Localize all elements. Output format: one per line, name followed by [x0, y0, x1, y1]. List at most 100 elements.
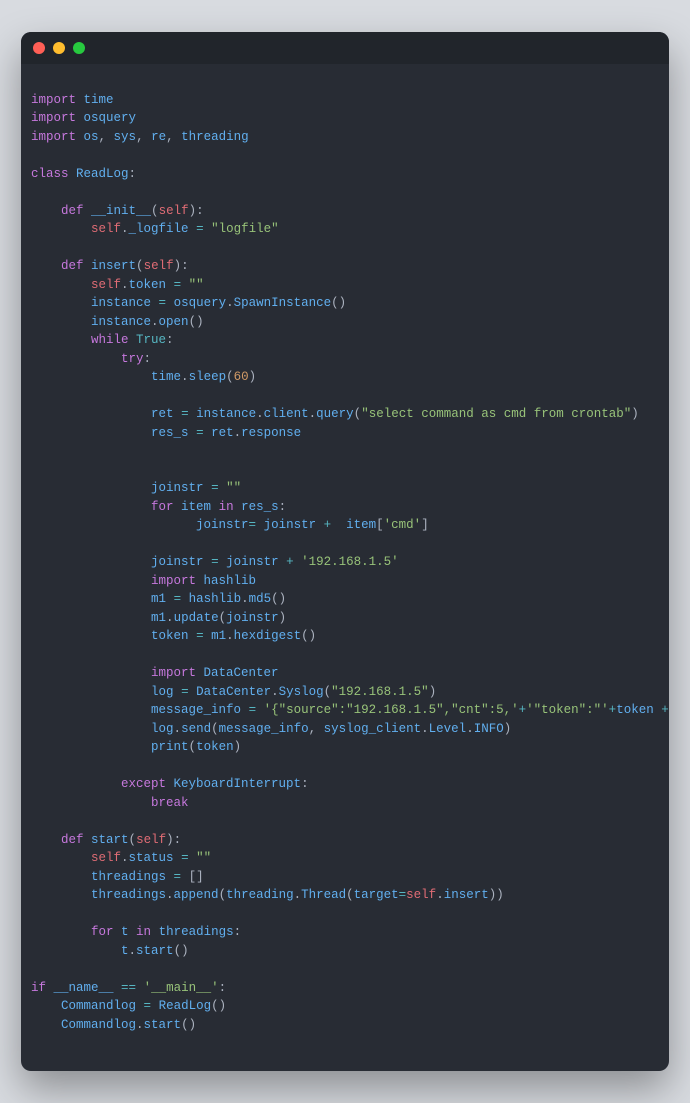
code-line: print(token) — [31, 738, 659, 757]
code-token: import — [151, 666, 204, 680]
code-line: Commandlog = ReadLog() — [31, 997, 659, 1016]
code-token: threadings — [91, 888, 166, 902]
code-token: () — [271, 592, 286, 606]
code-token: response — [241, 426, 301, 440]
code-token: = — [181, 407, 189, 421]
code-token — [31, 500, 151, 514]
code-line — [31, 646, 659, 665]
code-token: ret — [211, 426, 234, 440]
code-token — [256, 518, 264, 532]
code-line: ret = instance.client.query("select comm… — [31, 405, 659, 424]
code-line — [31, 535, 659, 554]
code-token — [279, 555, 287, 569]
code-token: () — [211, 999, 226, 1013]
code-token: start — [144, 1018, 182, 1032]
code-token — [256, 703, 264, 717]
code-token: . — [166, 611, 174, 625]
code-line: self.status = "" — [31, 849, 659, 868]
code-line: message_info = '{"source":"192.168.1.5",… — [31, 701, 659, 720]
code-token — [31, 315, 91, 329]
code-token: . — [241, 592, 249, 606]
code-token — [31, 999, 61, 1013]
code-token: . — [151, 315, 159, 329]
code-token: . — [226, 629, 234, 643]
code-token: INFO — [474, 722, 504, 736]
code-token: insert — [91, 259, 136, 273]
code-line — [31, 757, 659, 776]
code-token: joinstr — [226, 555, 279, 569]
code-token: : — [166, 333, 174, 347]
code-token: re — [151, 130, 166, 144]
code-line: except KeyboardInterrupt: — [31, 775, 659, 794]
code-token: token — [129, 278, 167, 292]
close-dot-icon[interactable] — [33, 42, 45, 54]
code-token: joinstr — [151, 481, 204, 495]
code-line: for item in res_s: — [31, 498, 659, 517]
code-line: log = DataCenter.Syslog("192.168.1.5") — [31, 683, 659, 702]
code-token: = — [144, 999, 152, 1013]
code-token: in — [211, 500, 241, 514]
code-token — [219, 555, 227, 569]
code-token — [31, 370, 151, 384]
code-token — [189, 851, 197, 865]
code-token: + — [661, 703, 669, 717]
code-token: )) — [489, 888, 504, 902]
code-line — [31, 183, 659, 202]
code-block: import timeimport osqueryimport os, sys,… — [21, 77, 669, 1059]
code-line: threadings.append(threading.Thread(targe… — [31, 886, 659, 905]
code-token — [31, 259, 61, 273]
code-token: '192.168.1.5' — [301, 555, 399, 569]
code-token: = — [211, 481, 219, 495]
code-line — [31, 461, 659, 480]
code-token — [31, 629, 151, 643]
code-line: import DataCenter — [31, 664, 659, 683]
code-token: query — [316, 407, 354, 421]
code-token: = — [181, 851, 189, 865]
code-token: . — [234, 426, 242, 440]
code-token: import — [31, 111, 84, 125]
code-token: log — [151, 722, 174, 736]
code-token: . — [121, 278, 129, 292]
code-line: time.sleep(60) — [31, 368, 659, 387]
code-token: m1 — [151, 611, 166, 625]
code-token — [31, 574, 151, 588]
code-token: Commandlog — [61, 999, 136, 1013]
code-token: syslog_client — [324, 722, 422, 736]
code-token — [31, 777, 121, 791]
code-token — [31, 1018, 61, 1032]
code-token: = — [196, 222, 204, 236]
code-token — [316, 518, 324, 532]
code-token — [174, 685, 182, 699]
code-token: , — [166, 130, 181, 144]
code-token — [204, 481, 212, 495]
code-token — [151, 296, 159, 310]
code-token — [166, 592, 174, 606]
code-token: . — [174, 722, 182, 736]
code-token: + — [286, 555, 294, 569]
code-token: self — [136, 833, 166, 847]
code-token: ): — [166, 833, 181, 847]
code-token: , — [99, 130, 114, 144]
code-token — [31, 204, 61, 218]
code-token — [219, 481, 227, 495]
code-token: instance — [91, 296, 151, 310]
code-token: DataCenter — [196, 685, 271, 699]
code-token — [166, 870, 174, 884]
zoom-dot-icon[interactable] — [73, 42, 85, 54]
code-token: message_info — [219, 722, 309, 736]
code-token: hexdigest — [234, 629, 302, 643]
code-line: instance.open() — [31, 313, 659, 332]
code-line — [31, 905, 659, 924]
code-token: joinstr — [264, 518, 317, 532]
code-token: if — [31, 981, 54, 995]
code-token — [189, 426, 197, 440]
minimize-dot-icon[interactable] — [53, 42, 65, 54]
code-line — [31, 146, 659, 165]
code-token: status — [129, 851, 174, 865]
code-line: import osquery — [31, 109, 659, 128]
code-token — [166, 278, 174, 292]
code-token: self — [144, 259, 174, 273]
code-token: item — [181, 500, 211, 514]
code-token: () — [189, 315, 204, 329]
code-token: break — [151, 796, 189, 810]
